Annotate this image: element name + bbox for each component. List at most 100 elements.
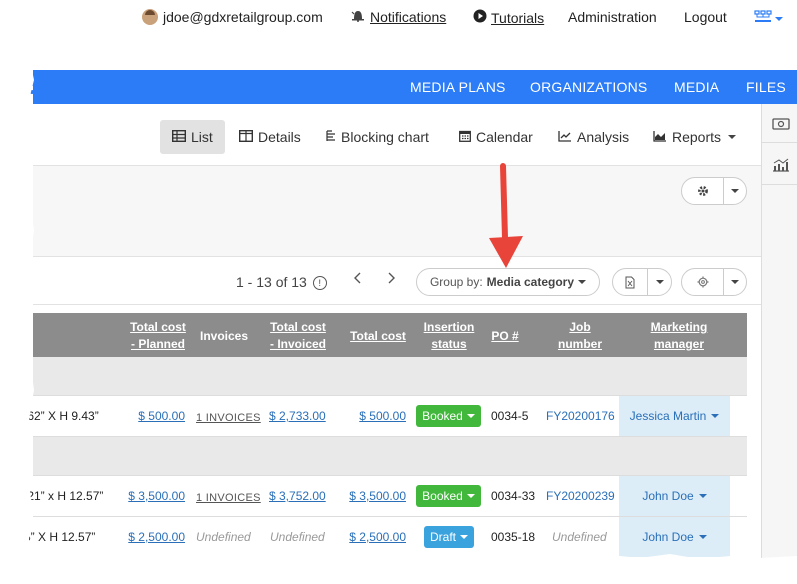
area-chart-icon: [653, 130, 667, 145]
notifications-link[interactable]: Notifications: [350, 9, 446, 25]
po-cell: 0034-33: [491, 489, 536, 503]
po-cell: 0035-18: [491, 530, 536, 544]
money-icon[interactable]: [772, 118, 790, 132]
chevron-down-icon: [466, 494, 475, 498]
invoiced-cost-cell: Undefined: [270, 530, 325, 544]
status-badge[interactable]: Draft: [424, 526, 474, 548]
next-page-button[interactable]: [386, 271, 396, 290]
tab-calendar[interactable]: Calendar: [459, 120, 533, 154]
job-number-cell[interactable]: FY20200239: [546, 489, 615, 503]
export-button[interactable]: [612, 268, 672, 296]
line-chart-icon: [558, 130, 572, 145]
nav-files[interactable]: FILES: [746, 79, 786, 95]
bell-icon: [350, 9, 366, 25]
notifications-label: Notifications: [370, 9, 447, 25]
tab-list-label: List: [191, 129, 213, 145]
header-line: Job: [569, 320, 591, 334]
tab-details-label: Details: [258, 129, 301, 145]
torn-edge: [0, 554, 797, 584]
col-total-cost-planned[interactable]: Total cost - Planned: [125, 319, 191, 353]
table-settings-button[interactable]: [681, 268, 747, 296]
info-icon[interactable]: !: [312, 276, 327, 290]
manager-dropdown[interactable]: John Doe: [619, 476, 730, 516]
group-row: [33, 437, 747, 475]
pager-info: 1 - 13 of 13 !: [236, 274, 327, 290]
invoiced-cost-link[interactable]: $ 3,752.00: [269, 489, 326, 503]
chevron-down-icon: [731, 280, 739, 284]
chevron-down-icon: [728, 135, 737, 139]
manager-name: John Doe: [642, 530, 694, 544]
job-number-cell[interactable]: FY20200176: [546, 409, 615, 423]
header-line: - Planned: [130, 337, 185, 351]
apps-menu[interactable]: [754, 10, 783, 27]
view-settings-button[interactable]: [681, 177, 747, 205]
tutorials-link[interactable]: Tutorials: [473, 9, 544, 26]
planned-cost-link[interactable]: $ 500.00: [138, 409, 185, 423]
tab-analysis-label: Analysis: [577, 129, 630, 145]
user-menu[interactable]: jdoe@gdxretailgroup.com: [142, 9, 323, 25]
invoiced-cost: $ 3,752.00: [269, 489, 326, 503]
tab-blocking-chart[interactable]: Blocking chart: [326, 120, 429, 154]
planned-cost: $ 3,500.00: [128, 489, 185, 503]
logout-link[interactable]: Logout: [684, 9, 727, 25]
right-rail: [761, 104, 797, 559]
total-cost-link[interactable]: $ 2,500.00: [349, 530, 406, 544]
header-line: status: [431, 337, 467, 351]
chevron-down-icon: [655, 280, 664, 284]
header-line: Marketing: [650, 320, 708, 334]
tab-reports[interactable]: Reports: [653, 120, 737, 154]
total-cost-link[interactable]: $ 3,500.00: [349, 489, 406, 503]
tab-list[interactable]: List: [160, 120, 225, 154]
invoices-link[interactable]: 1 INVOICES: [196, 410, 261, 424]
pager-count: 1 - 13 of 13: [236, 274, 307, 290]
analytics-icon[interactable]: [772, 158, 790, 172]
administration-label: Administration: [568, 9, 657, 25]
filter-panel: [33, 166, 761, 256]
invoiced-cost-link[interactable]: $ 2,733.00: [269, 409, 326, 423]
tutorials-label: Tutorials: [491, 9, 545, 26]
status-badge[interactable]: Booked: [416, 485, 481, 507]
nav-media[interactable]: MEDIA: [674, 79, 719, 95]
table-header: Total cost - Planned Invoices Total cost…: [33, 313, 747, 357]
tab-analysis[interactable]: Analysis: [558, 120, 629, 154]
chevron-down-icon: [711, 414, 720, 418]
col-insertion-status[interactable]: Insertion status: [417, 319, 481, 353]
chevron-down-icon: [578, 280, 587, 284]
tab-calendar-label: Calendar: [476, 129, 533, 145]
planned-cost-link[interactable]: $ 3,500.00: [128, 489, 185, 503]
table-icon: [171, 129, 187, 145]
gear-icon: [682, 185, 723, 197]
invoices-link[interactable]: 1 INVOICES: [196, 490, 261, 504]
prev-page-button[interactable]: [353, 271, 363, 290]
chevron-left-icon: [354, 272, 361, 284]
col-marketing-manager[interactable]: Marketing manager: [631, 319, 727, 353]
invoices-count: 1 INVOICES: [196, 492, 261, 504]
nav-media-plans[interactable]: MEDIA PLANS: [410, 79, 506, 95]
header-line: Insertion: [423, 320, 475, 334]
status-badge[interactable]: Booked: [416, 405, 481, 427]
status-label: Booked: [422, 409, 463, 423]
manager-dropdown[interactable]: Jessica Martin: [619, 396, 730, 436]
col-po[interactable]: PO #: [486, 328, 524, 345]
administration-link[interactable]: Administration: [568, 9, 657, 25]
total-cost: $ 3,500.00: [349, 489, 406, 503]
planned-cost-link[interactable]: $ 2,500.00: [128, 530, 185, 544]
col-total-cost-invoiced[interactable]: Total cost - Invoiced: [263, 319, 333, 353]
nav-organizations[interactable]: ORGANIZATIONS: [530, 79, 647, 95]
excel-file-icon: [613, 276, 647, 289]
col-job-number[interactable]: Job number: [548, 319, 612, 353]
col-total-cost[interactable]: Total cost: [346, 328, 410, 345]
tab-details[interactable]: Details: [238, 120, 301, 154]
avatar: [142, 9, 158, 25]
header-line: manager: [653, 337, 705, 351]
calendar-icon: [459, 130, 471, 145]
user-email: jdoe@gdxretailgroup.com: [163, 9, 323, 25]
play-circle-icon: [473, 9, 487, 26]
header-line: number: [557, 337, 602, 351]
top-bar: jdoe@gdxretailgroup.com Notifications Tu…: [0, 0, 797, 36]
rail-divider: [762, 184, 797, 185]
group-by-dropdown[interactable]: Group by: Media category: [416, 268, 600, 296]
header-line: Total cost: [270, 320, 326, 334]
manager-name: Jessica Martin: [629, 409, 707, 423]
total-cost-link[interactable]: $ 500.00: [359, 409, 406, 423]
